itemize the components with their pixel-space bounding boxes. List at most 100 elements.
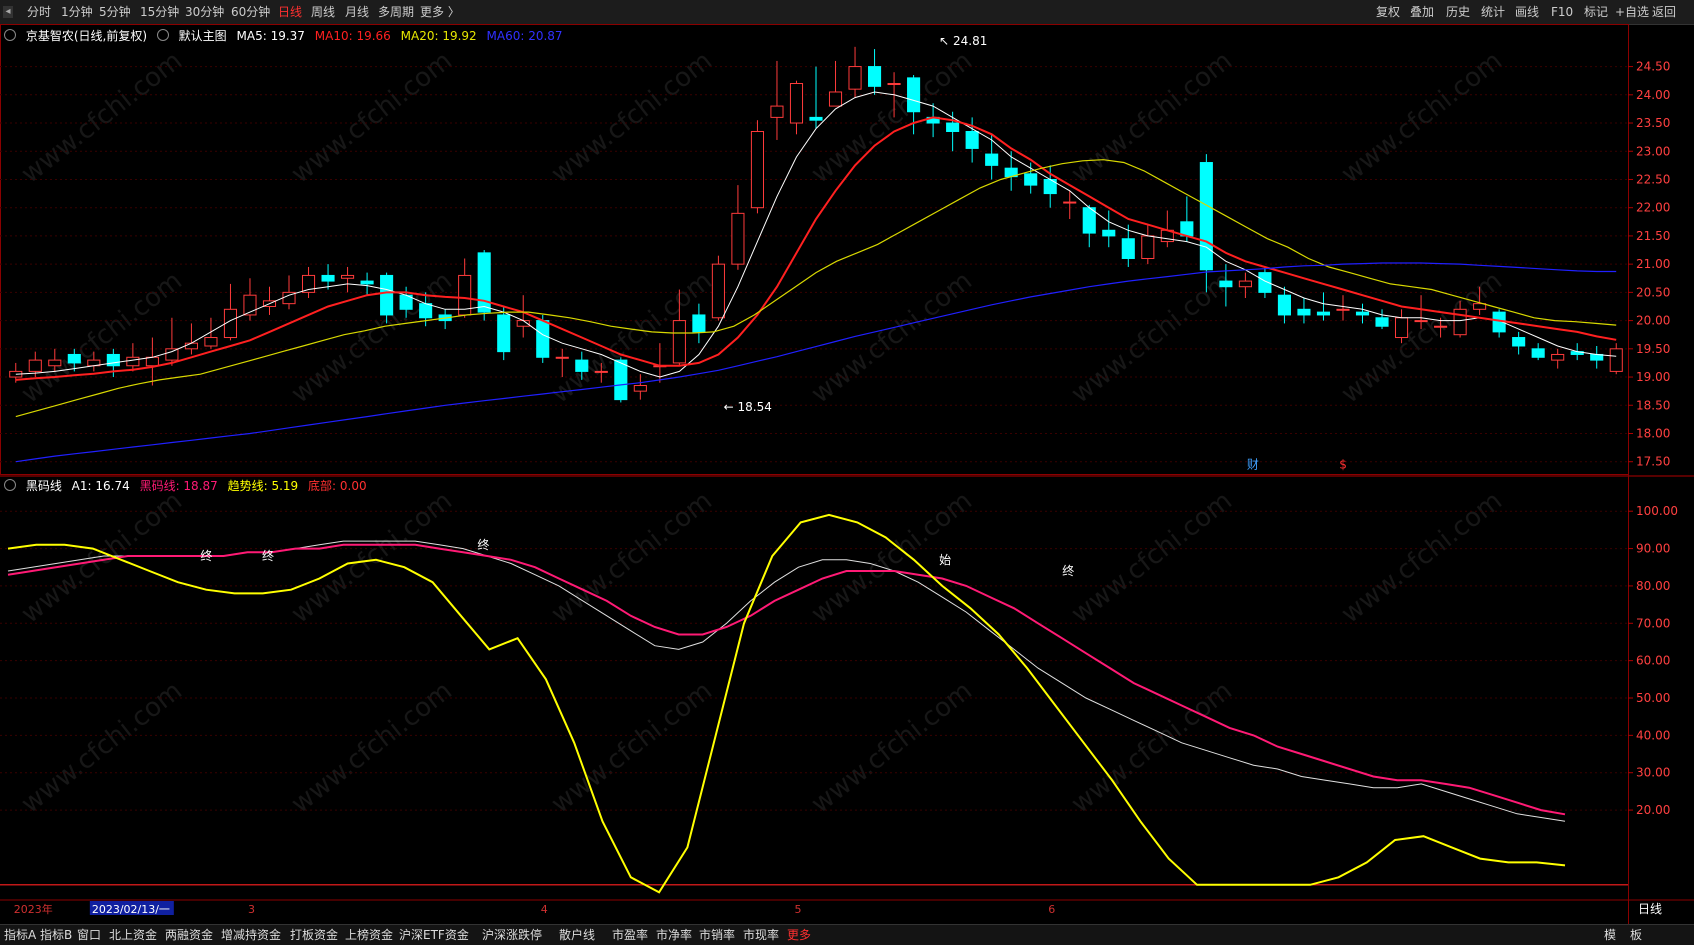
indicator-tick-label: 80.00 xyxy=(1636,579,1670,593)
toolbar-right-3-button[interactable]: 统计 xyxy=(1481,4,1505,20)
period-toolbar: ◂ 分时 1分钟 5分钟 15分钟 30分钟 60分钟 日线 周线 月线 多周期 更多 〉 复权 叠加… xyxy=(0,0,1694,25)
template-label[interactable]: 默认主图 xyxy=(179,29,227,43)
candle-body-up xyxy=(1453,308,1467,336)
candle-body-down xyxy=(497,314,511,353)
candle-body-down xyxy=(419,303,433,319)
chart-annotation-3: $ xyxy=(1339,458,1347,472)
candle-body-down xyxy=(67,353,81,364)
bottom-tab-9[interactable]: 沪深涨跌停 xyxy=(482,927,542,943)
indicator-name[interactable]: 黑码线 xyxy=(26,479,62,493)
toolbar-right-1-button[interactable]: 叠加 xyxy=(1410,4,1434,20)
bottom-tab-14[interactable]: 市现率 xyxy=(743,927,779,943)
watermark-text: www.cfchi.com xyxy=(1336,266,1508,410)
indicator-tick-label: 40.00 xyxy=(1636,728,1670,742)
bottom-tab-5[interactable]: 增减持资金 xyxy=(221,927,281,943)
bottom-tab-10[interactable]: 散户线 xyxy=(559,927,595,943)
candle-body-up xyxy=(48,359,62,367)
candle-body-up xyxy=(1141,235,1155,259)
collapse-arrow-icon[interactable]: ◂ xyxy=(3,6,13,18)
ma10-value: MA10: 19.66 xyxy=(314,29,391,43)
bottom-tab-15[interactable]: 更多 xyxy=(787,927,811,943)
date-label: 6 xyxy=(1048,903,1055,916)
bottom-tab-11[interactable]: 市盈率 xyxy=(612,927,648,943)
candle-body-down xyxy=(692,314,706,333)
candle-body-down xyxy=(1277,294,1291,316)
watermark-text: www.cfchi.com xyxy=(546,46,718,190)
bottom-right-0-button[interactable]: 模 xyxy=(1604,927,1616,943)
bottom-tab-8[interactable]: 沪深ETF资金 xyxy=(399,927,469,943)
toolbar-right-0-button[interactable]: 复权 xyxy=(1376,4,1400,20)
period-1-button[interactable]: 1分钟 xyxy=(61,4,93,20)
watermark-text: www.cfchi.com xyxy=(1066,266,1238,410)
candle-body-up xyxy=(145,356,159,367)
toolbar-right-4-button[interactable]: 画线 xyxy=(1515,4,1539,20)
watermark-text: www.cfchi.com xyxy=(806,266,978,410)
candle-body-up xyxy=(165,348,179,361)
period-3-button[interactable]: 15分钟 xyxy=(140,4,179,20)
bottom-tab-13[interactable]: 市销率 xyxy=(699,927,735,943)
candle-body-up xyxy=(1063,201,1077,204)
period-8-button[interactable]: 月线 xyxy=(345,4,369,20)
toolbar-right-5-button[interactable]: F10 xyxy=(1551,4,1573,20)
settings-circle-icon[interactable] xyxy=(4,29,16,41)
period-5-button[interactable]: 60分钟 xyxy=(231,4,270,20)
period-9-button[interactable]: 多周期 xyxy=(378,4,414,20)
price-tick-label: 23.50 xyxy=(1636,116,1670,130)
candle-body-down xyxy=(477,252,491,313)
period-2-button[interactable]: 5分钟 xyxy=(99,4,131,20)
candle-body-up xyxy=(633,385,647,392)
period-4-button[interactable]: 30分钟 xyxy=(185,4,224,20)
candle-body-down xyxy=(907,77,921,113)
candle-body-down xyxy=(536,320,550,358)
indicator-line-0 xyxy=(7,540,1566,822)
template-circle-icon[interactable] xyxy=(156,29,169,41)
toolbar-right-7-button[interactable]: +自选 xyxy=(1615,4,1649,20)
price-tick-label: 21.50 xyxy=(1636,229,1670,243)
bottom-tab-7[interactable]: 上榜资金 xyxy=(345,927,393,943)
bottom-tab-12[interactable]: 市净率 xyxy=(656,927,692,943)
period-10-button[interactable]: 更多 〉 xyxy=(420,4,460,20)
candle-body-up xyxy=(184,342,198,350)
toolbar-right-8-button[interactable]: 返回 xyxy=(1652,4,1676,20)
indicator-annotation-1: 终 xyxy=(262,548,274,563)
toolbar-right-6-button[interactable]: 标记 xyxy=(1584,4,1608,20)
bottom-tab-1[interactable]: 指标B xyxy=(40,927,72,943)
indicator-lines xyxy=(7,513,1566,894)
price-tick-label: 18.50 xyxy=(1636,398,1670,412)
candle-body-up xyxy=(750,130,764,209)
indicator-tick-label: 90.00 xyxy=(1636,542,1670,556)
bottom-right-1-button[interactable]: 板 xyxy=(1630,927,1642,943)
price-tick-label: 18.00 xyxy=(1636,426,1670,440)
bottom-tab-6[interactable]: 打板资金 xyxy=(290,927,338,943)
watermark-text: www.cfchi.com xyxy=(16,486,188,630)
date-label: 2023年 xyxy=(14,902,53,916)
period-7-button[interactable]: 周线 xyxy=(311,4,335,20)
bottom-tab-4[interactable]: 两融资金 xyxy=(165,927,213,943)
bottom-tab-0[interactable]: 指标A xyxy=(4,927,36,943)
stock-title[interactable]: 京基智农(日线,前复权) xyxy=(26,29,147,43)
candle-body-down xyxy=(985,153,999,166)
indicator-tick-label: 20.00 xyxy=(1636,803,1670,817)
watermark-text: www.cfchi.com xyxy=(16,266,188,410)
candle-body-down xyxy=(1316,311,1331,316)
candle-body-up xyxy=(1238,280,1252,288)
indicator-annotation-0: 终 xyxy=(200,548,212,563)
indicator-tick-label: 50.00 xyxy=(1636,691,1670,705)
period-0-button[interactable]: 分时 xyxy=(27,4,51,20)
watermark-text: www.cfchi.com xyxy=(1066,486,1238,630)
bottom-tab-2[interactable]: 窗口 xyxy=(77,927,101,943)
ma5-value: MA5: 19.37 xyxy=(236,29,305,43)
period-axis-label: 日线 xyxy=(1638,902,1662,916)
candle-body-down xyxy=(946,122,960,132)
bottom-tab-3[interactable]: 北上资金 xyxy=(109,927,157,943)
a1-value: A1: 16.74 xyxy=(71,479,130,493)
price-tick-label: 22.00 xyxy=(1636,201,1670,215)
indicator-circle-icon[interactable] xyxy=(4,479,16,491)
candle-body-down xyxy=(1121,238,1135,260)
toolbar-right-2-button[interactable]: 历史 xyxy=(1446,4,1470,20)
watermark-text: www.cfchi.com xyxy=(546,486,718,630)
candle-body-down xyxy=(321,274,335,282)
watermark-text: www.cfchi.com xyxy=(286,676,458,820)
period-6-button[interactable]: 日线 xyxy=(278,4,302,20)
stock-chart[interactable]: www.cfchi.com www.cfchi.com www.cfchi.com w… xyxy=(0,24,1694,924)
